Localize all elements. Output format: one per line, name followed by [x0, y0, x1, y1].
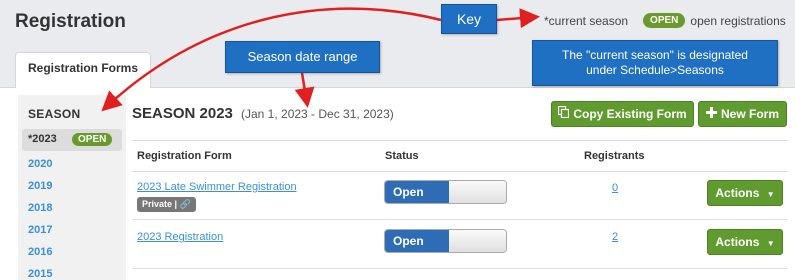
sidebar-item-2023[interactable]: *2023 OPEN	[22, 129, 122, 151]
toggle-knob	[449, 230, 506, 252]
sidebar-item-2019[interactable]: 2019	[28, 180, 52, 192]
registrants-count-link[interactable]: 0	[612, 182, 618, 194]
key-current-season-text: *current season	[544, 13, 629, 28]
season-title: SEASON 2023	[132, 105, 233, 122]
new-form-label: New Form	[720, 107, 779, 121]
column-header-registration-form: Registration Form	[137, 150, 232, 162]
table-header: Registration Form Status Registrants	[132, 140, 788, 172]
plus-icon	[705, 102, 717, 126]
actions-label: Actions	[715, 235, 760, 249]
private-badge-label: Private |	[142, 199, 178, 209]
actions-label: Actions	[715, 186, 760, 200]
status-toggle[interactable]: Open	[384, 229, 507, 253]
registrants-count-link[interactable]: 2	[612, 231, 618, 243]
copy-existing-form-label: Copy Existing Form	[573, 107, 687, 121]
sidebar-heading: SEASON	[28, 107, 81, 121]
key-open-text: open registrations	[690, 13, 786, 28]
form-link[interactable]: 2023 Registration	[137, 231, 223, 243]
table-row: 2023 Registration Open 2 Actions ▼	[132, 221, 788, 269]
status-toggle-label: Open	[385, 181, 449, 203]
callout-key: Key	[441, 4, 497, 34]
caret-down-icon: ▼	[766, 190, 775, 199]
season-sidebar: SEASON *2023 OPEN 2020 2019 2018 2017 20…	[18, 95, 126, 280]
open-badge: OPEN	[72, 133, 113, 146]
actions-button[interactable]: Actions ▼	[707, 229, 783, 255]
callout-current-season-line1: The "current season" is designated	[562, 48, 748, 62]
sidebar-item-2020[interactable]: 2020	[28, 158, 52, 170]
status-toggle-label: Open	[385, 230, 449, 252]
page-title: Registration	[15, 11, 126, 32]
new-form-button[interactable]: New Form	[698, 101, 787, 127]
callout-current-season-line2: under Schedule>Seasons	[586, 63, 724, 77]
key-legend: *current season OPEN open registrations	[544, 13, 786, 28]
arrow-key-to-legend	[496, 8, 540, 29]
season-date-range: (Jan 1, 2023 - Dec 31, 2023)	[241, 107, 394, 121]
sidebar-item-2017[interactable]: 2017	[28, 224, 52, 236]
status-toggle[interactable]: Open	[384, 180, 507, 204]
sidebar-item-label: *2023	[28, 133, 57, 145]
tab-registration-forms[interactable]: Registration Forms	[15, 52, 151, 89]
sidebar-item-2018[interactable]: 2018	[28, 202, 52, 214]
key-open-badge: OPEN	[643, 13, 686, 28]
private-badge[interactable]: Private | 🔗	[137, 197, 196, 212]
caret-down-icon: ▼	[766, 239, 775, 248]
link-icon: 🔗	[179, 199, 191, 209]
column-header-registrants: Registrants	[584, 150, 645, 162]
actions-button[interactable]: Actions ▼	[707, 180, 783, 206]
sidebar-item-2015[interactable]: 2015	[28, 268, 52, 280]
form-link[interactable]: 2023 Late Swimmer Registration	[137, 181, 297, 193]
table-row: 2023 Late Swimmer Registration Private |…	[132, 172, 788, 220]
copy-existing-form-button[interactable]: Copy Existing Form	[551, 101, 694, 127]
column-header-status: Status	[385, 150, 419, 162]
copy-icon	[558, 102, 570, 126]
toggle-knob	[449, 181, 506, 203]
sidebar-item-2016[interactable]: 2016	[28, 246, 52, 258]
callout-season-date-range: Season date range	[225, 41, 380, 73]
callout-current-season: The "current season" is designated under…	[532, 40, 778, 86]
main-content: SEASON *2023 OPEN 2020 2019 2018 2017 20…	[0, 88, 795, 280]
